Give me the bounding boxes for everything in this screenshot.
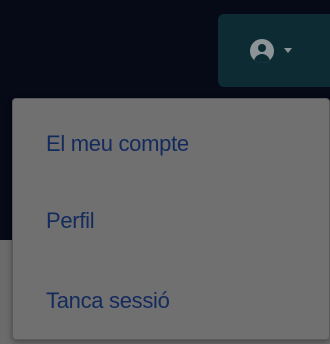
menu-item-logout[interactable]: Tanca sessió	[13, 276, 329, 326]
user-circle-icon	[250, 38, 274, 63]
caret-down-icon	[284, 48, 292, 53]
user-menu-toggle-button[interactable]	[218, 14, 330, 87]
user-dropdown-menu: El meu compte Perfil Tanca sessió	[12, 98, 330, 340]
menu-item-my-account[interactable]: El meu compte	[13, 119, 329, 169]
menu-item-profile[interactable]: Perfil	[13, 196, 329, 246]
page: El meu compte Perfil Tanca sessió	[0, 0, 330, 344]
